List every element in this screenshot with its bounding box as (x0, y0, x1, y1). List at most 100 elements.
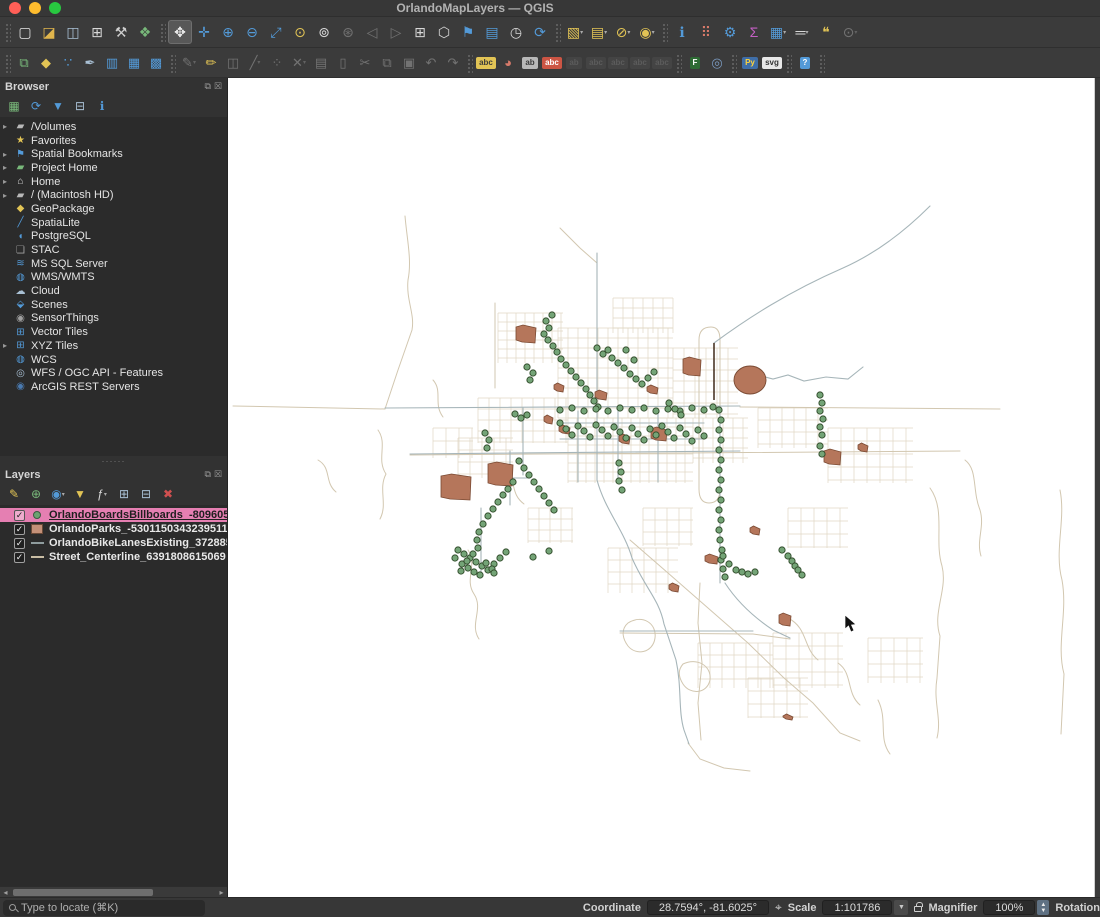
browser-float-icon[interactable]: ⧉ (204, 82, 210, 91)
browser-item-stac[interactable]: ❏ STAC (0, 243, 227, 257)
browser-item-postgresql[interactable]: ◖ PostgreSQL (0, 230, 227, 244)
select-features-dropdown-icon[interactable]: ▾ (580, 29, 583, 36)
new-map-view-button[interactable]: ⊞ (408, 20, 432, 44)
browser-item-bookmark[interactable]: ▸ ⚑ Spatial Bookmarks (0, 147, 227, 161)
layer-visibility-checkbox[interactable]: ✓ (14, 509, 25, 521)
change-label-properties-button[interactable]: abc (629, 52, 651, 74)
titlebar[interactable]: OrlandoMapLayers — QGIS (0, 0, 1100, 17)
temporal-controller-button[interactable]: ◷ (504, 20, 528, 44)
collapse-all-browser-button[interactable]: ⊟ (71, 97, 89, 115)
python-console-button[interactable]: Py (739, 52, 761, 74)
browser-item-xyz-tiles[interactable]: ▸ ⊞ XYZ Tiles (0, 339, 227, 353)
select-features-by-value-dropdown-icon[interactable]: ▾ (604, 29, 607, 36)
pan-map-button[interactable]: ✥ (168, 20, 192, 44)
edit-label-button[interactable]: abc (651, 52, 673, 74)
manage-map-themes-dropdown-icon[interactable]: ▾ (62, 491, 65, 498)
digitize-with-segment-dropdown-icon[interactable]: ▾ (257, 59, 260, 66)
toolbar-grip[interactable] (159, 22, 166, 42)
new-print-layout-button[interactable]: ⊞ (85, 20, 109, 44)
layer-visibility-checkbox[interactable]: ✓ (14, 523, 25, 535)
scrollbar-thumb[interactable] (13, 888, 153, 896)
svg-annotation-button[interactable]: svg (761, 52, 783, 74)
save-layer-edits-button[interactable]: ◫ (222, 52, 244, 74)
vertex-tool-dropdown-icon[interactable]: ▾ (303, 59, 306, 66)
browser-item-wfs[interactable]: ◎ WFS / OGC API - Features (0, 366, 227, 380)
filter-by-expression-dropdown-icon[interactable]: ▾ (104, 491, 107, 498)
move-label-button[interactable]: ab (563, 52, 585, 74)
expand-arrow-icon[interactable]: ▸ (3, 177, 13, 186)
toolbar-grip[interactable] (661, 22, 668, 42)
open-layer-styling-button[interactable]: ✎ (5, 485, 23, 503)
browser-item-sensorthings[interactable]: ◉ SensorThings (0, 312, 227, 326)
select-by-location-button[interactable]: ◉ ▾ (635, 20, 659, 44)
filter-browser-button[interactable]: ▼ (49, 97, 67, 115)
zoom-last-button[interactable]: ◁ (360, 20, 384, 44)
browser-item-cloud[interactable]: ☁ Cloud (0, 284, 227, 298)
toolbar-grip[interactable] (169, 52, 176, 73)
delete-selected-button[interactable]: ▯ (332, 52, 354, 74)
browser-item-star[interactable]: ★ Favorites (0, 134, 227, 148)
panel-splitter[interactable]: ······ (0, 456, 227, 466)
filter-legend-button[interactable]: ▼ (71, 485, 89, 503)
add-record-button[interactable]: ⁘ (266, 52, 288, 74)
minimize-window-button[interactable] (29, 2, 41, 14)
toggle-editing-button[interactable]: ✏ (200, 52, 222, 74)
zoom-native-button[interactable]: ⊛ (336, 20, 360, 44)
open-attribute-table-dropdown-icon[interactable]: ▾ (783, 29, 786, 36)
new-spatial-bookmark-button[interactable]: ⚑ (456, 20, 480, 44)
style-manager-button[interactable]: ❖ (133, 20, 157, 44)
browser-item-vector-tiles[interactable]: ⊞ Vector Tiles (0, 325, 227, 339)
zoom-to-layer-button[interactable]: ⊚ (312, 20, 336, 44)
identify-features-button[interactable]: ℹ (670, 20, 694, 44)
layer-row[interactable]: ✓ OrlandoBoardsBillboards_-809605 (0, 508, 227, 522)
modify-attributes-button[interactable]: ▤ (310, 52, 332, 74)
locator-search-input[interactable]: Type to locate (⌘K) (3, 899, 205, 916)
deselect-features-button[interactable]: ⊘ ▾ (611, 20, 635, 44)
current-edits-button[interactable]: ✎ ▾ (178, 52, 200, 74)
browser-item-drive-folder[interactable]: ▸ ▰ / (Macintosh HD) (0, 188, 227, 202)
magnifier-spinner[interactable]: ▲ ▼ (1037, 900, 1050, 915)
digitize-with-segment-button[interactable]: ╱ ▾ (244, 52, 266, 74)
zoom-window-button[interactable] (49, 2, 61, 14)
remove-layer-button[interactable]: ✖ (159, 485, 177, 503)
expand-arrow-icon[interactable]: ▸ (3, 122, 13, 131)
layer-diagram-button[interactable]: ◕ (497, 52, 519, 74)
map-tips-button[interactable]: ❝ (814, 20, 838, 44)
new-mesh-layer-button[interactable]: ▦ (123, 52, 145, 74)
select-by-location-dropdown-icon[interactable]: ▾ (652, 29, 655, 36)
layer-row[interactable]: ✓ OrlandoBikeLanesExisting_3728859 (0, 536, 227, 550)
pin-labels-button[interactable]: ab (519, 52, 541, 74)
collapse-all-layers-button[interactable]: ⊟ (137, 485, 155, 503)
help-button[interactable]: ? (794, 52, 816, 74)
new-raster-layer-button[interactable]: ▥ (101, 52, 123, 74)
new-3d-map-view-button[interactable]: ⬡ (432, 20, 456, 44)
toolbar-grip[interactable] (730, 52, 737, 73)
toolbar-grip[interactable] (785, 52, 792, 73)
select-features-button[interactable]: ▧ ▾ (563, 20, 587, 44)
vertex-tool-button[interactable]: ✕ ▾ (288, 52, 310, 74)
expand-arrow-icon[interactable]: ▸ (3, 150, 13, 159)
map-canvas[interactable] (228, 78, 1094, 897)
toolbar-grip[interactable] (675, 52, 682, 73)
toolbar-grip[interactable] (554, 22, 561, 42)
magnifier-field[interactable]: 100% (983, 900, 1036, 915)
zoom-next-button[interactable]: ▷ (384, 20, 408, 44)
processing-toolbox-button[interactable]: ⚙ (718, 20, 742, 44)
layer-visibility-checkbox[interactable]: ✓ (14, 551, 25, 563)
toolbar-grip[interactable] (466, 52, 473, 73)
new-shapefile-layer-button[interactable]: ∵ (57, 52, 79, 74)
deselect-features-dropdown-icon[interactable]: ▾ (627, 29, 630, 36)
measure-dropdown-icon[interactable]: ▾ (805, 29, 808, 36)
measure-button[interactable]: ═ ▾ (790, 20, 814, 44)
expand-arrow-icon[interactable]: ▸ (3, 163, 13, 172)
cut-features-button[interactable]: ✂ (354, 52, 376, 74)
change-label-button[interactable]: abc (585, 52, 607, 74)
browser-item-wms[interactable]: ◍ WMS/WMTS (0, 271, 227, 285)
add-group-button[interactable]: ⊕ (27, 485, 45, 503)
browser-item-home[interactable]: ▸ ⌂ Home (0, 175, 227, 189)
osm-place-search-button[interactable]: F (684, 52, 706, 74)
zoom-in-button[interactable]: ⊕ (216, 20, 240, 44)
scale-dropdown-icon[interactable]: ▼ (894, 900, 909, 915)
properties-widget-button[interactable]: ℹ (93, 97, 111, 115)
show-layout-manager-button[interactable]: ⚒ (109, 20, 133, 44)
